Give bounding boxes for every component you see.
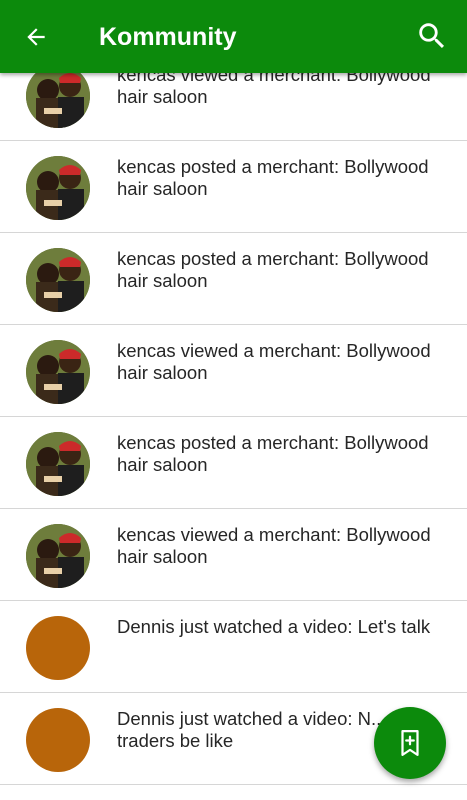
feed-item[interactable]: kencas posted a merchant: Bollywood hair… xyxy=(0,233,467,325)
back-button[interactable] xyxy=(18,19,54,55)
feed-item[interactable]: kencas posted a merchant: Bollywood hair… xyxy=(0,417,467,509)
avatar xyxy=(26,248,90,312)
feed-item[interactable]: kencas viewed a merchant: Bollywood hair… xyxy=(0,509,467,601)
arrow-back-icon xyxy=(27,28,45,46)
feed-item-text: kencas posted a merchant: Bollywood hair… xyxy=(117,432,429,475)
avatar xyxy=(26,708,90,772)
activity-feed[interactable]: kencas viewed a merchant: Bollywood hair… xyxy=(0,49,467,800)
bookmark-add-icon xyxy=(401,730,419,756)
feed-item[interactable]: kencas viewed a merchant: Bollywood hair… xyxy=(0,325,467,417)
feed-item[interactable]: Dennis just watched a video: Let's talk xyxy=(0,601,467,693)
feed-item-text: kencas posted a merchant: Bollywood hair… xyxy=(117,248,429,291)
feed-item-text: kencas viewed a merchant: Bollywood hair… xyxy=(117,340,431,383)
feed-item[interactable]: kencas posted a merchant: Bollywood hair… xyxy=(0,141,467,233)
avatar xyxy=(26,616,90,680)
avatar xyxy=(26,524,90,588)
avatar xyxy=(26,156,90,220)
app-bar: Kommunity xyxy=(0,0,467,73)
avatar xyxy=(26,432,90,496)
search-button[interactable] xyxy=(413,17,451,55)
add-bookmark-button[interactable] xyxy=(374,707,446,779)
avatar xyxy=(26,64,90,128)
avatar xyxy=(26,340,90,404)
feed-item-text: kencas posted a merchant: Bollywood hair… xyxy=(117,156,429,199)
feed-item-text: Dennis just watched a video: Let's talk xyxy=(117,616,431,637)
feed-item-text: kencas viewed a merchant: Bollywood hair… xyxy=(117,524,431,567)
search-icon xyxy=(419,23,445,49)
page-title: Kommunity xyxy=(99,23,237,51)
